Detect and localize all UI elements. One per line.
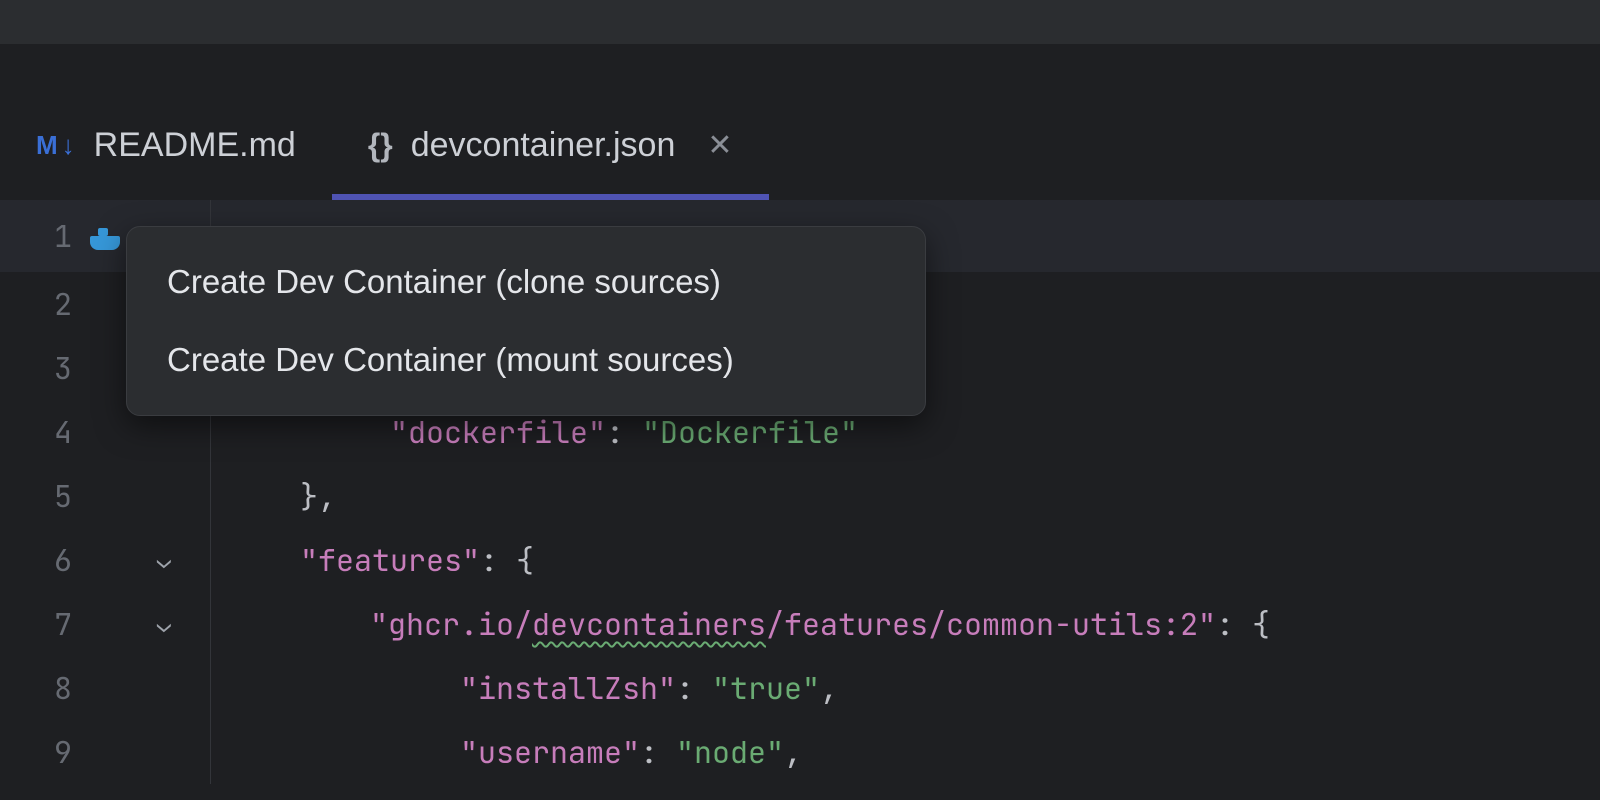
line-number: 6 xyxy=(0,540,78,580)
line-number: 5 xyxy=(0,476,78,516)
menu-item-create-devcontainer-mount[interactable]: Create Dev Container (mount sources) xyxy=(127,321,925,399)
braces-icon: {} xyxy=(368,127,393,164)
tab-devcontainer-json[interactable]: {} devcontainer.json ✕ xyxy=(332,90,769,200)
fold-toggle-icon[interactable]: ⌄ xyxy=(157,609,171,640)
context-menu: Create Dev Container (clone sources) Cre… xyxy=(126,226,926,416)
tab-readme[interactable]: M↓ README.md xyxy=(0,90,332,200)
tab-label: devcontainer.json xyxy=(411,126,676,165)
fold-toggle-icon[interactable]: ⌄ xyxy=(157,545,171,576)
editor-tabs: M↓ README.md {} devcontainer.json ✕ xyxy=(0,90,1600,200)
code-line: "username": "node", xyxy=(200,720,1600,784)
close-icon[interactable]: ✕ xyxy=(707,128,732,163)
title-bar xyxy=(0,0,1600,44)
line-number: 3 xyxy=(0,348,78,388)
code-line: "features": { xyxy=(200,528,1600,592)
line-number: 2 xyxy=(0,284,78,324)
line-number: 9 xyxy=(0,732,78,772)
menu-item-label: Create Dev Container (clone sources) xyxy=(167,263,721,300)
code-line: "ghcr.io/devcontainers/features/common-u… xyxy=(200,592,1600,656)
menu-item-label: Create Dev Container (mount sources) xyxy=(167,341,734,378)
line-number: 7 xyxy=(0,604,78,644)
tab-label: README.md xyxy=(94,126,296,165)
line-number: 4 xyxy=(0,412,78,452)
line-number: 1 xyxy=(0,216,78,256)
line-number: 8 xyxy=(0,668,78,708)
menu-item-create-devcontainer-clone[interactable]: Create Dev Container (clone sources) xyxy=(127,243,925,321)
code-line: "installZsh": "true", xyxy=(200,656,1600,720)
markdown-icon: M↓ xyxy=(36,130,76,161)
code-line: }, xyxy=(200,464,1600,528)
toolbar-band xyxy=(0,44,1600,90)
